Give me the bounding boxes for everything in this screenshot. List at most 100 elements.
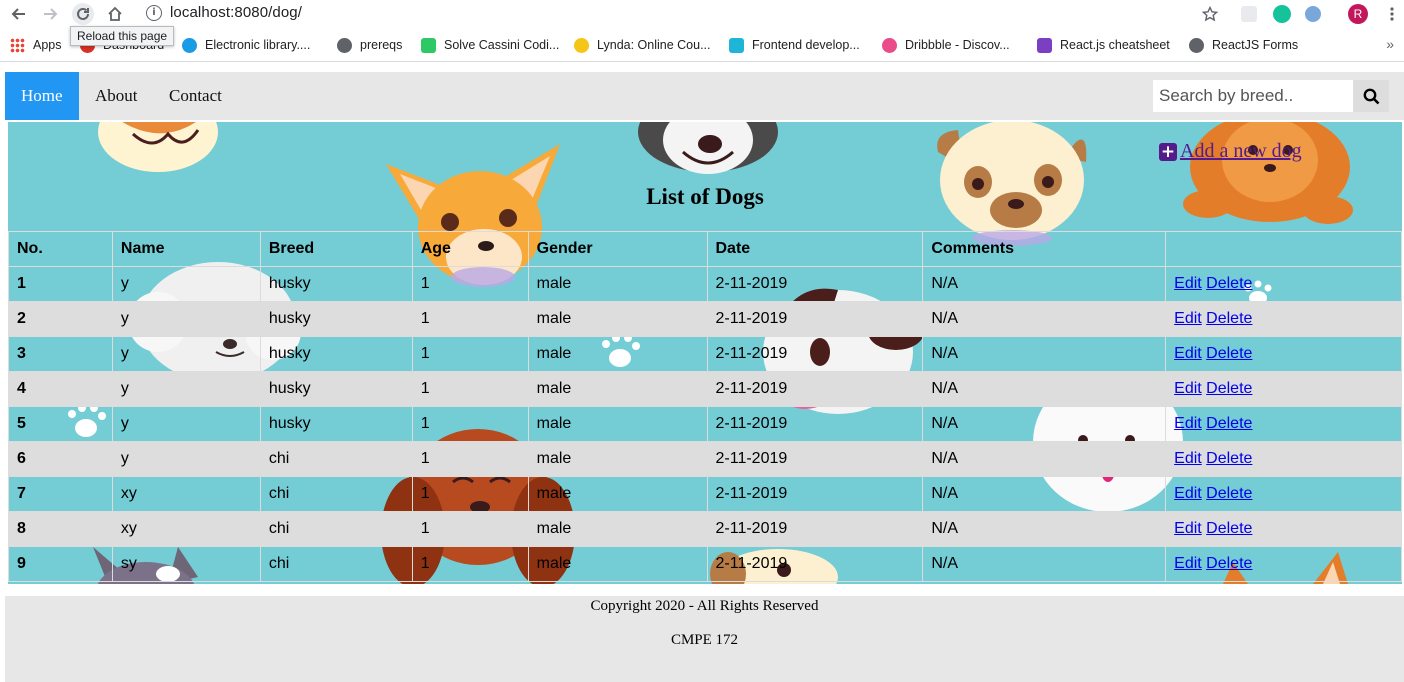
cell-comments: N/A: [922, 301, 1167, 337]
home-icon[interactable]: [104, 3, 126, 25]
delete-link[interactable]: Delete: [1206, 275, 1252, 292]
column-header: Name: [111, 231, 261, 267]
edit-link[interactable]: Edit: [1174, 555, 1202, 572]
delete-link[interactable]: Delete: [1206, 450, 1252, 467]
extension-icon[interactable]: [1241, 6, 1257, 22]
delete-link[interactable]: Delete: [1206, 555, 1252, 572]
forward-arrow-icon[interactable]: [39, 3, 61, 25]
apps-grid-icon: [10, 37, 25, 53]
bookmark-dribbble[interactable]: Dribbble - Discov...: [882, 37, 1010, 53]
cell-no: 9: [8, 546, 113, 582]
cell-comments: N/A: [922, 441, 1167, 477]
copyright-text: Copyright 2020 - All Rights Reserved: [590, 598, 819, 614]
column-header: Age: [411, 231, 529, 267]
reload-icon[interactable]: [72, 3, 94, 25]
bookmark-label: Apps: [33, 38, 62, 52]
info-icon[interactable]: i: [146, 5, 162, 21]
globe-icon: [1189, 37, 1204, 53]
edit-link[interactable]: Edit: [1174, 345, 1202, 362]
dogs-table: No. Name Breed Age Gender Date Comments …: [8, 231, 1402, 582]
delete-link[interactable]: Delete: [1206, 380, 1252, 397]
cell-name: y: [111, 406, 261, 442]
cell-age: 1: [411, 301, 529, 337]
url-path: :8080/dog/: [230, 4, 303, 21]
table-row: 3 y husky 1 male 2-11-2019 N/A Edit Delete: [8, 336, 1402, 372]
bookmark-label: Frontend develop...: [752, 38, 860, 52]
course-text: CMPE 172: [670, 632, 739, 648]
cell-age: 1: [411, 371, 529, 407]
cell-name: y: [111, 336, 261, 372]
search-input[interactable]: [1153, 80, 1353, 112]
nav-about[interactable]: About: [79, 72, 154, 120]
grammarly-icon[interactable]: [1273, 5, 1291, 23]
delete-link[interactable]: Delete: [1206, 520, 1252, 537]
globe-icon: [182, 37, 197, 53]
cell-age: 1: [411, 441, 529, 477]
cell-age: 1: [411, 511, 529, 547]
profile-avatar[interactable]: R: [1348, 4, 1368, 24]
cell-age: 1: [411, 336, 529, 372]
web-page: Home About Contact Search by breed.. + A…: [5, 72, 1404, 682]
bookmark-star-icon[interactable]: [1199, 3, 1221, 25]
menu-kebab-icon[interactable]: [1381, 3, 1403, 25]
bookmark-reactjs-forms[interactable]: ReactJS Forms: [1189, 37, 1298, 53]
column-header: Breed: [259, 231, 413, 267]
edit-link[interactable]: Edit: [1174, 450, 1202, 467]
cell-no: 7: [8, 476, 113, 512]
column-header: Date: [706, 231, 924, 267]
husky-illustration: [638, 122, 778, 174]
delete-link[interactable]: Delete: [1206, 415, 1252, 432]
add-dog-link[interactable]: + Add a new dog: [1159, 140, 1302, 163]
search-button[interactable]: [1353, 80, 1389, 112]
extension-icon-2[interactable]: [1305, 6, 1321, 22]
bookmark-label: Electronic library....: [205, 38, 311, 52]
delete-link[interactable]: Delete: [1206, 345, 1252, 362]
bookmark-lynda[interactable]: Lynda: Online Cou...: [574, 37, 711, 53]
frontend-icon: [729, 37, 744, 53]
cell-name: sy: [111, 546, 261, 582]
edit-link[interactable]: Edit: [1174, 380, 1202, 397]
delete-link[interactable]: Delete: [1206, 310, 1252, 327]
table-row: 9 sy chi 1 male 2-11-2019 N/A Edit Delete: [8, 546, 1402, 582]
table-row: 6 y chi 1 male 2-11-2019 N/A Edit Delete: [8, 441, 1402, 477]
cell-no: 6: [8, 441, 113, 477]
cell-actions: Edit Delete: [1165, 546, 1402, 582]
edit-link[interactable]: Edit: [1174, 275, 1202, 292]
cell-date: 2-11-2019: [706, 371, 924, 407]
page-title: List of Dogs: [646, 184, 764, 209]
cell-gender: male: [527, 371, 708, 407]
bookmark-prereqs[interactable]: prereqs: [337, 37, 402, 53]
cell-breed: husky: [259, 371, 413, 407]
cell-date: 2-11-2019: [706, 546, 924, 582]
cell-actions: Edit Delete: [1165, 511, 1402, 547]
bookmark-apps[interactable]: Apps: [10, 37, 62, 53]
nav-home[interactable]: Home: [5, 72, 79, 120]
browser-toolbar: i localhost:8080/dog/ R: [0, 0, 1404, 28]
nav-contact[interactable]: Contact: [153, 72, 238, 120]
bookmarks-more-icon[interactable]: »: [1386, 36, 1394, 52]
cell-breed: husky: [259, 266, 413, 302]
bookmark-hackerrank[interactable]: Solve Cassini Codi...: [421, 37, 559, 53]
edit-link[interactable]: Edit: [1174, 485, 1202, 502]
url-host: localhost: [170, 4, 231, 21]
cell-date: 2-11-2019: [706, 441, 924, 477]
cell-age: 1: [411, 406, 529, 442]
address-bar[interactable]: localhost:8080/dog/: [170, 4, 302, 21]
back-arrow-icon[interactable]: [8, 3, 30, 25]
cell-actions: Edit Delete: [1165, 301, 1402, 337]
delete-link[interactable]: Delete: [1206, 485, 1252, 502]
bookmark-frontend[interactable]: Frontend develop...: [729, 37, 860, 53]
cell-actions: Edit Delete: [1165, 476, 1402, 512]
table-row: 2 y husky 1 male 2-11-2019 N/A Edit Delete: [8, 301, 1402, 337]
cell-comments: N/A: [922, 371, 1167, 407]
edit-link[interactable]: Edit: [1174, 415, 1202, 432]
column-header: No.: [8, 231, 113, 267]
cell-gender: male: [527, 476, 708, 512]
cell-name: xy: [111, 476, 261, 512]
bookmark-react-cheatsheet[interactable]: React.js cheatsheet: [1037, 37, 1170, 53]
edit-link[interactable]: Edit: [1174, 310, 1202, 327]
cell-comments: N/A: [922, 266, 1167, 302]
bookmark-electronic-library[interactable]: Electronic library....: [182, 37, 310, 53]
cell-actions: Edit Delete: [1165, 336, 1402, 372]
edit-link[interactable]: Edit: [1174, 520, 1202, 537]
